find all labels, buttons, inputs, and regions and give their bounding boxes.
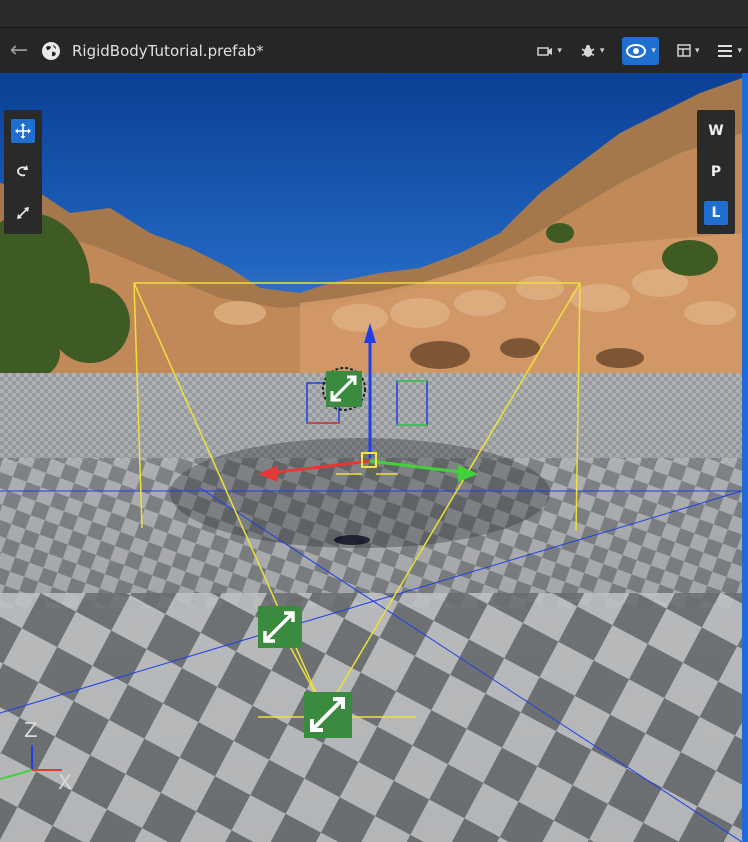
- chevron-down-icon: ▾: [694, 45, 700, 56]
- camera-entity-icon[interactable]: [258, 606, 302, 648]
- chevron-down-icon: ▾: [599, 45, 605, 56]
- scale-tool-button[interactable]: [4, 192, 42, 233]
- scale-arrows-icon: [17, 206, 29, 219]
- layout-icon: [677, 44, 691, 57]
- globe-icon: [38, 38, 64, 64]
- main-menu-button[interactable]: ▾: [717, 37, 742, 65]
- object-shadow: [334, 535, 370, 545]
- axis-label-z: Z: [24, 718, 38, 742]
- parent-space-button[interactable]: P: [697, 151, 735, 192]
- scene-render[interactable]: [0, 73, 742, 842]
- viewport-header: ← RigidBodyTutorial.prefab* ▾ ▾ ▾ ▾ ▾: [0, 28, 748, 73]
- camera-icon: [537, 46, 553, 56]
- rotate-icon: [17, 164, 28, 176]
- viewport-right-border: [742, 73, 748, 842]
- move-arrows-icon: [15, 122, 31, 139]
- camera-menu-button[interactable]: ▾: [537, 37, 562, 65]
- layout-menu-button[interactable]: ▾: [677, 37, 700, 65]
- chevron-down-icon: ▾: [557, 45, 562, 56]
- move-tool-button[interactable]: [4, 110, 42, 151]
- view-mode-menu-button[interactable]: ▾: [622, 36, 659, 65]
- eye-icon: [626, 43, 647, 58]
- local-space-label: L: [704, 200, 728, 225]
- world-space-label: W: [708, 122, 724, 139]
- tab-title[interactable]: RigidBodyTutorial.prefab*: [72, 42, 264, 60]
- chevron-down-icon: ▾: [737, 45, 742, 56]
- chevron-down-icon: ▾: [651, 45, 656, 56]
- axis-label-x: X: [58, 770, 72, 794]
- hamburger-menu-icon: [718, 44, 733, 57]
- world-space-button[interactable]: W: [697, 110, 735, 151]
- viewport-toolbar: ▾ ▾ ▾ ▾ ▾: [525, 28, 748, 73]
- rotate-tool-button[interactable]: [4, 151, 42, 192]
- camera-origin-entity-icon[interactable]: [304, 692, 352, 738]
- rigidbody-entity-icon[interactable]: [322, 367, 366, 411]
- window-top-strip: [0, 0, 748, 28]
- scene-viewport[interactable]: Z X W P L: [0, 73, 742, 842]
- bug-icon: [581, 44, 595, 57]
- back-arrow-icon[interactable]: ←: [0, 38, 38, 63]
- gizmo-toolbar: [4, 110, 42, 234]
- space-mode-toolbar: W P L: [697, 110, 735, 234]
- parent-space-label: P: [710, 163, 722, 180]
- debug-menu-button[interactable]: ▾: [580, 37, 605, 65]
- local-space-button[interactable]: L: [697, 192, 735, 233]
